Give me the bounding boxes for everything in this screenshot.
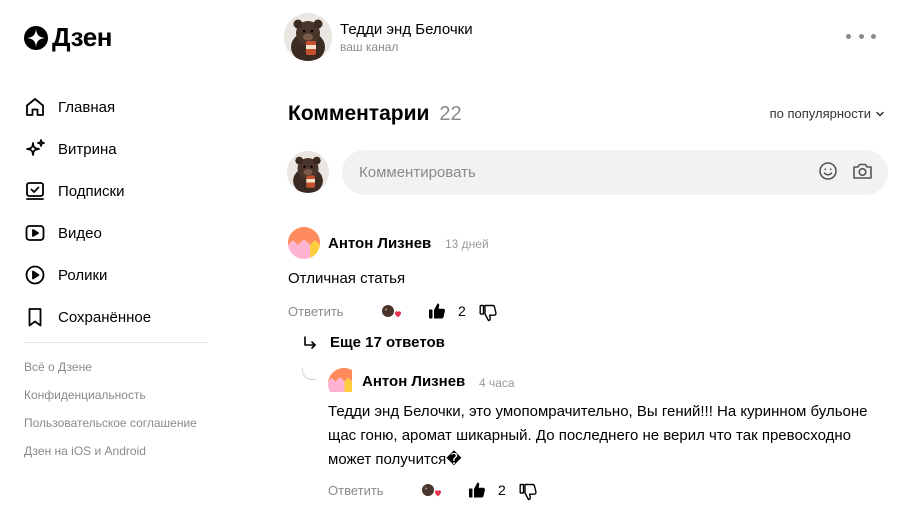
comment-input[interactable] (342, 150, 888, 195)
chevron-down-icon (876, 111, 884, 117)
comment-author-avatar[interactable] (288, 227, 320, 259)
sidebar-item-showcase[interactable]: Витрина (24, 128, 151, 170)
thread-connector (302, 368, 316, 380)
reply-text: Тедди энд Белочки, это умопомрачительно,… (328, 403, 868, 468)
home-icon (24, 96, 46, 118)
channel-name[interactable]: Тедди энд Белочки (340, 21, 473, 38)
sort-dropdown[interactable]: по популярности (770, 106, 885, 121)
comments-title: Комментарии (288, 102, 430, 125)
reactions-icon[interactable] (381, 303, 403, 321)
bookmark-icon (24, 306, 46, 328)
emoji-icon[interactable] (817, 160, 839, 182)
comment-composer (287, 151, 329, 193)
more-options-button[interactable] (846, 28, 876, 44)
thumbs-down-icon[interactable] (478, 303, 498, 323)
sidebar-item-saved[interactable]: Сохранённое (24, 296, 151, 338)
footer-link-privacy[interactable]: Конфиденциальность (24, 386, 197, 414)
comments-count: 22 (439, 103, 462, 125)
sidebar-footer: Всё о Дзене Конфиденциальность Пользоват… (24, 358, 197, 470)
thumbs-up-icon[interactable] (467, 480, 487, 500)
comments-header: Комментарии 22 (288, 102, 462, 126)
more-replies-button[interactable]: Еще 17 ответов (302, 334, 445, 351)
footer-link-apps[interactable]: Дзен на iOS и Android (24, 442, 197, 470)
comment-author[interactable]: Антон Лизнев (328, 235, 431, 252)
reply-author[interactable]: Антон Лизнев (362, 373, 465, 390)
comment-text: Отличная статья (288, 270, 406, 287)
sparkle-icon (24, 138, 46, 160)
like-count: 2 (458, 303, 466, 319)
thumbs-up-icon[interactable] (427, 301, 447, 321)
sidebar-item-video[interactable]: Видео (24, 212, 151, 254)
logo-text: Дзен (52, 22, 112, 52)
reply-arrow-icon (304, 335, 316, 349)
subscriptions-icon (24, 180, 46, 202)
reply-time: 4 часа (479, 376, 515, 390)
sidebar-item-label: Ролики (58, 266, 108, 284)
more-replies-label: Еще 17 ответов (330, 334, 445, 351)
sort-label: по популярности (769, 106, 871, 121)
clips-icon (24, 264, 46, 286)
sidebar-item-label: Подписки (58, 182, 125, 200)
channel-avatar[interactable] (284, 13, 332, 61)
sidebar-item-clips[interactable]: Ролики (24, 254, 151, 296)
sidebar-item-label: Главная (58, 98, 116, 116)
reply-button[interactable]: Ответить (288, 304, 344, 319)
reply-reply-button[interactable]: Ответить (328, 483, 384, 498)
sidebar-item-label: Витрина (58, 140, 117, 158)
sidebar-item-label: Видео (58, 224, 102, 242)
like-count: 2 (498, 482, 506, 498)
reactions-icon[interactable] (421, 482, 443, 500)
footer-link-terms[interactable]: Пользовательское соглашение (24, 414, 197, 442)
thumbs-down-icon[interactable] (518, 482, 538, 502)
reply-author-avatar[interactable] (328, 368, 360, 400)
more-dots-icon (846, 33, 851, 39)
channel-header[interactable]: Тедди энд Белочки ваш канал (284, 13, 473, 61)
sidebar-item-subscriptions[interactable]: Подписки (24, 170, 151, 212)
user-avatar (287, 151, 329, 193)
sidebar-item-home[interactable]: Главная (24, 86, 151, 128)
camera-icon[interactable] (851, 160, 873, 182)
video-icon (24, 222, 46, 244)
sidebar-item-label: Сохранённое (58, 308, 152, 326)
dzen-logo-icon (24, 25, 48, 50)
channel-subtitle: ваш канал (340, 39, 399, 54)
dzen-logo[interactable]: Дзен (24, 22, 112, 53)
sidebar-nav: Главная Витрина Подписки Видео Ролики Со… (24, 86, 151, 338)
comment-time: 13 дней (445, 237, 489, 251)
sidebar-divider (24, 342, 208, 343)
footer-link-about[interactable]: Всё о Дзене (24, 358, 197, 386)
